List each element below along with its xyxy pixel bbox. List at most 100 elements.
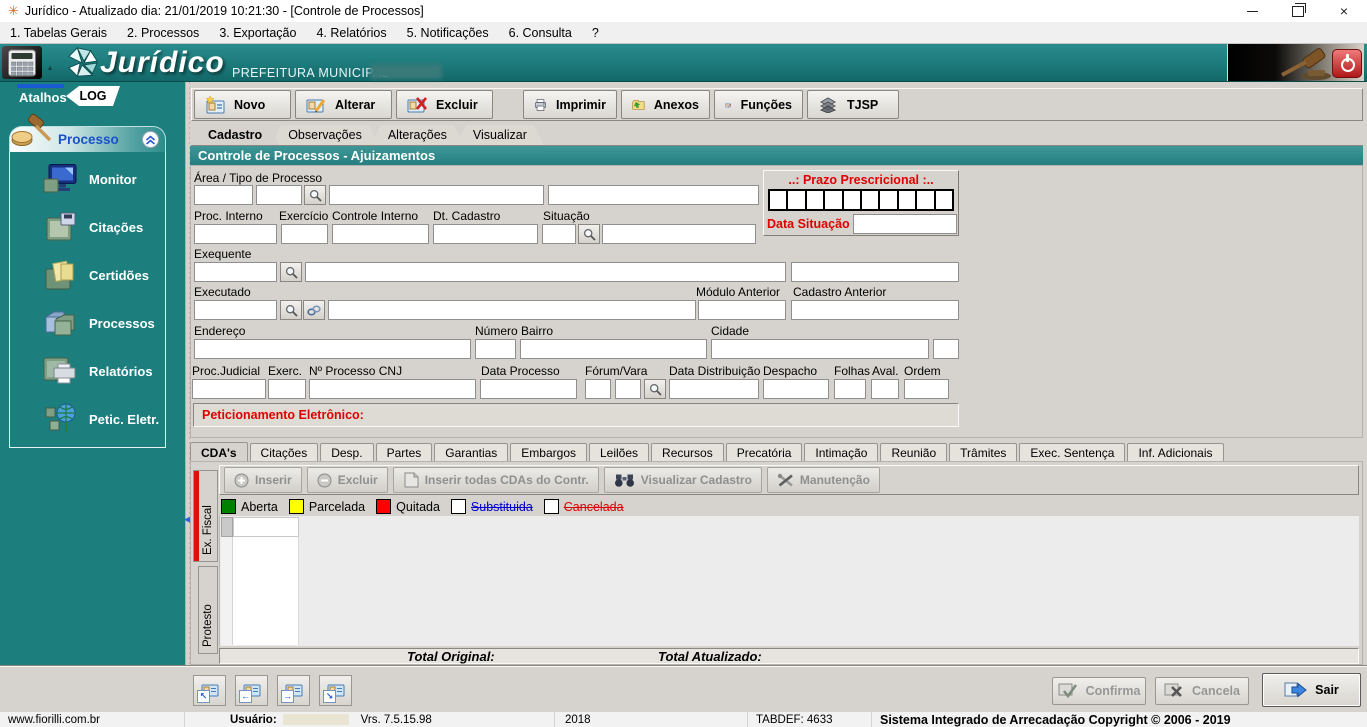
sidebar-item-processos[interactable]: Processos <box>10 299 165 347</box>
visualizar-cadastro-button[interactable]: Visualizar Cadastro <box>603 467 762 493</box>
tab-intimacao[interactable]: Intimação <box>804 443 879 462</box>
inserir-todas-cdas-button[interactable]: Inserir todas CDAs do Contr. <box>392 467 599 493</box>
area-descricao-input[interactable] <box>329 185 544 205</box>
dt-cadastro-input[interactable] <box>433 224 538 244</box>
menu-notificacoes[interactable]: 5. Notificações <box>397 26 499 40</box>
vara-input[interactable] <box>615 379 641 399</box>
executado-lookup-button[interactable] <box>280 300 302 320</box>
menu-processos[interactable]: 2. Processos <box>117 26 209 40</box>
tab-visualizar[interactable]: Visualizar <box>456 125 544 145</box>
collapse-chevron-icon[interactable] <box>142 131 159 148</box>
imprimir-button[interactable]: Imprimir <box>523 90 617 119</box>
side-tab-protesto[interactable]: Protesto <box>198 566 218 654</box>
tab-embargos[interactable]: Embargos <box>510 443 587 462</box>
tab-precatoria[interactable]: Precatória <box>725 443 803 462</box>
numero-input[interactable] <box>475 339 516 359</box>
processo-cnj-input[interactable] <box>309 379 476 399</box>
area-input[interactable] <box>194 185 253 205</box>
forum-vara-lookup-button[interactable] <box>644 379 666 399</box>
situacao-descricao-input[interactable] <box>602 224 756 244</box>
sair-button[interactable]: Sair <box>1262 673 1361 707</box>
tab-reuniao[interactable]: Reunião <box>880 443 948 462</box>
first-record-button[interactable]: ↖ <box>193 675 226 706</box>
menu-tabelas-gerais[interactable]: 1. Tabelas Gerais <box>0 26 117 40</box>
uf-input[interactable] <box>933 339 959 359</box>
menu-relatorios[interactable]: 4. Relatórios <box>306 26 396 40</box>
tab-garantias[interactable]: Garantias <box>434 443 509 462</box>
side-tab-ex-fiscal[interactable]: Ex. Fiscal <box>193 470 218 562</box>
titlebar[interactable]: ✳ Jurídico - Atualizado dia: 21/01/2019 … <box>0 0 1367 22</box>
tab-citacoes[interactable]: Citações <box>249 443 319 462</box>
next-record-button[interactable]: → <box>277 675 310 706</box>
excluir-cda-button[interactable]: Excluir <box>306 467 388 493</box>
data-situacao-input[interactable] <box>853 214 957 234</box>
exerc-input[interactable] <box>268 379 306 399</box>
executado-link-button[interactable] <box>303 300 325 320</box>
tab-recursos[interactable]: Recursos <box>651 443 724 462</box>
sidebar-item-citacoes[interactable]: Citações <box>10 203 165 251</box>
anexos-button[interactable]: Anexos <box>621 90 710 119</box>
cancela-button[interactable]: Cancela <box>1155 677 1249 705</box>
exequente-extra-input[interactable] <box>791 262 959 282</box>
menu-exportacao[interactable]: 3. Exportação <box>209 26 306 40</box>
novo-button[interactable]: Novo <box>194 90 291 119</box>
data-processo-input[interactable] <box>480 379 577 399</box>
restore-button[interactable] <box>1275 0 1321 22</box>
tipo-processo-input[interactable] <box>256 185 302 205</box>
situacao-codigo-input[interactable] <box>542 224 576 244</box>
sidebar-item-relatorios[interactable]: Relatórios <box>10 347 165 395</box>
tab-partes[interactable]: Partes <box>375 443 433 462</box>
aval-input[interactable] <box>871 379 899 399</box>
controle-interno-input[interactable] <box>332 224 429 244</box>
alterar-button[interactable]: Alterar <box>295 90 392 119</box>
area-lookup-button[interactable] <box>304 185 326 205</box>
tab-atalhos[interactable]: Atalhos <box>19 90 67 105</box>
tipo-descricao-input[interactable] <box>548 185 759 205</box>
ordem-input[interactable] <box>904 379 949 399</box>
tjsp-button[interactable]: TJSP <box>807 90 899 119</box>
tab-inf-adicionais[interactable]: Inf. Adicionais <box>1127 443 1224 462</box>
cidade-input[interactable] <box>711 339 929 359</box>
confirma-button[interactable]: Confirma <box>1052 677 1146 705</box>
sidebar-item-certidoes[interactable]: Certidões <box>10 251 165 299</box>
tab-observacoes[interactable]: Observações <box>271 125 379 145</box>
tab-tramites[interactable]: Trâmites <box>949 443 1018 462</box>
header-caret-icon[interactable]: ▴ <box>48 63 52 72</box>
exequente-codigo-input[interactable] <box>194 262 277 282</box>
manutencao-button[interactable]: Manutenção <box>766 467 880 493</box>
last-record-button[interactable]: ↘ <box>319 675 352 706</box>
bairro-input[interactable] <box>520 339 707 359</box>
tab-leiloes[interactable]: Leilões <box>589 443 650 462</box>
forum-input[interactable] <box>585 379 611 399</box>
menu-consulta[interactable]: 6. Consulta <box>499 26 582 40</box>
exequente-lookup-button[interactable] <box>280 262 302 282</box>
modulo-anterior-input[interactable] <box>698 300 786 320</box>
tab-exec-sentenca[interactable]: Exec. Sentença <box>1019 443 1126 462</box>
despacho-input[interactable] <box>763 379 829 399</box>
menu-help[interactable]: ? <box>582 26 609 40</box>
sidebar-item-petic-eletr[interactable]: Petic. Eletr. <box>10 395 165 443</box>
cadastro-anterior-input[interactable] <box>791 300 959 320</box>
minimize-button[interactable] <box>1229 0 1275 22</box>
cdas-grid[interactable] <box>219 516 1359 646</box>
tab-cadastro[interactable]: Cadastro <box>191 125 279 145</box>
sidebar-item-monitor[interactable]: Monitor <box>10 155 165 203</box>
inserir-button[interactable]: Inserir <box>224 467 302 493</box>
situacao-lookup-button[interactable] <box>578 224 600 244</box>
funcoes-button[interactable]: Funções <box>714 90 803 119</box>
close-button[interactable]: × <box>1321 0 1367 22</box>
proc-judicial-input[interactable] <box>192 379 266 399</box>
tab-cdas[interactable]: CDA's <box>190 442 248 462</box>
calculator-icon[interactable] <box>2 46 42 79</box>
data-distribuicao-input[interactable] <box>669 379 759 399</box>
exequente-nome-input[interactable] <box>305 262 786 282</box>
folhas-input[interactable] <box>834 379 866 399</box>
previous-record-button[interactable]: ← <box>235 675 268 706</box>
excluir-button[interactable]: Excluir <box>396 90 493 119</box>
exercicio-input[interactable] <box>281 224 328 244</box>
executado-nome-input[interactable] <box>328 300 696 320</box>
power-exit-button[interactable] <box>1332 49 1362 78</box>
tab-desp[interactable]: Desp. <box>320 443 374 462</box>
executado-codigo-input[interactable] <box>194 300 277 320</box>
proc-interno-input[interactable] <box>194 224 277 244</box>
